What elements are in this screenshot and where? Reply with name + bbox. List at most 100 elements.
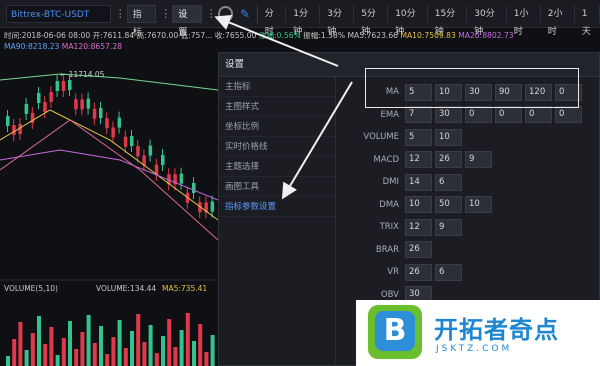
param-input[interactable]: 9 xyxy=(465,151,492,168)
volume-bar xyxy=(198,324,203,366)
volume-ma5: MA5:735.41 xyxy=(162,284,207,293)
candle-body xyxy=(136,146,140,157)
ohlc-info-line: 时间:2018-06-06 08:00 开:7611.84 高:7670.00 … xyxy=(4,30,600,41)
param-label: OBV xyxy=(380,289,399,300)
param-input[interactable]: 30 xyxy=(435,106,462,123)
indicator-more-icon[interactable]: ⋮ xyxy=(160,7,171,20)
info-open: 开:7611.84 xyxy=(92,31,135,40)
volume-bar xyxy=(167,319,172,366)
candle-body xyxy=(210,201,215,212)
volume-bar xyxy=(204,352,209,366)
param-row-brar: BRAR 26 xyxy=(345,241,435,259)
period-tab[interactable]: 30分钟 xyxy=(471,4,507,37)
param-input[interactable]: 10 xyxy=(465,196,492,213)
param-input[interactable]: 6 xyxy=(435,173,462,191)
param-input[interactable]: 10 xyxy=(435,128,462,146)
watermark-logo: B xyxy=(368,305,422,359)
menu-item-price-line[interactable]: 实时价格线 xyxy=(219,137,335,157)
volume-bar xyxy=(161,336,165,366)
watermark-logo-letter: B xyxy=(375,311,415,351)
param-input[interactable]: 10 xyxy=(405,196,432,213)
ma-line xyxy=(0,149,218,201)
candle-body xyxy=(55,81,60,91)
period-tab[interactable]: 分时 xyxy=(262,4,287,37)
param-label: VR xyxy=(387,267,399,277)
candle-body xyxy=(49,92,53,102)
candle-body xyxy=(43,102,47,112)
volume-bar xyxy=(18,322,23,366)
candle-body xyxy=(74,99,78,110)
volume-bar xyxy=(148,325,153,366)
candle-body xyxy=(99,108,103,118)
candlestick-chart[interactable]: ← 11714.05 VOLUME(5,10) VOLUME:134.44 MA… xyxy=(0,50,218,366)
gear-icon[interactable] xyxy=(217,5,234,22)
candle-body xyxy=(130,136,134,146)
param-input[interactable]: 5 xyxy=(405,128,432,146)
menu-item-chart-style[interactable]: 主图样式 xyxy=(219,97,335,117)
info-amplitude: 振幅:1.38% xyxy=(303,31,346,40)
volume-bar xyxy=(179,330,184,366)
volume-label: VOLUME(5,10) xyxy=(4,284,58,293)
ma-line xyxy=(0,73,218,91)
param-row-volume: VOLUME 5 10 xyxy=(345,128,465,146)
param-input[interactable]: 12 xyxy=(405,151,432,168)
menu-divider xyxy=(335,77,336,366)
period-tab[interactable]: 2小时 xyxy=(545,4,575,37)
menu-item-theme[interactable]: 主题选择 xyxy=(219,157,335,177)
period-tab[interactable]: 1天 xyxy=(579,4,600,37)
param-input[interactable]: 0 xyxy=(465,106,492,123)
menu-item-axis-scale[interactable]: 坐标比例 xyxy=(219,117,335,137)
settings-menu: 主指标 主图样式 坐标比例 实时价格线 主题选择 画图工具 指标参数设置 xyxy=(219,77,335,217)
candle-body xyxy=(80,99,84,110)
symbol-more-icon[interactable]: ⋮ xyxy=(115,7,126,20)
info-high: 高:7670.00 xyxy=(136,31,179,40)
period-tab[interactable]: 1小时 xyxy=(511,4,541,37)
menu-item-indicator-params[interactable]: 指标参数设置 xyxy=(219,197,335,217)
param-input[interactable]: 26 xyxy=(405,241,432,258)
param-input[interactable]: 12 xyxy=(405,218,432,236)
ma-line xyxy=(0,119,218,241)
param-input[interactable]: 9 xyxy=(435,218,462,236)
period-tab[interactable]: 1分钟 xyxy=(290,4,321,37)
menu-item-main-indicator[interactable]: 主指标 xyxy=(219,77,335,97)
volume-bar xyxy=(185,313,190,366)
menu-item-drawing-tools[interactable]: 画图工具 xyxy=(219,177,335,197)
volume-bar xyxy=(80,332,85,366)
symbol-selector[interactable]: Bittrex-BTC-USDT xyxy=(6,4,111,23)
param-input[interactable]: 7 xyxy=(405,106,432,123)
candle-body xyxy=(86,98,91,109)
volume-bar xyxy=(49,327,54,366)
period-tab[interactable]: 5分钟 xyxy=(358,4,389,37)
volume-bar xyxy=(74,349,79,366)
volume-bar xyxy=(24,350,29,366)
volume-bar xyxy=(117,320,122,366)
param-input[interactable]: 26 xyxy=(405,263,432,281)
indicator-button[interactable]: 指标 xyxy=(126,4,157,38)
info-ma10: MA10:7509.83 xyxy=(400,31,456,40)
watermark: B 开拓者奇点 JSKTZ.COM xyxy=(356,300,600,366)
settings-button[interactable]: 设置 xyxy=(172,4,202,38)
volume-bar xyxy=(105,354,110,366)
candle-body xyxy=(117,117,122,128)
param-label: VOLUME xyxy=(363,132,399,142)
param-input[interactable]: 0 xyxy=(525,106,552,123)
candle-body xyxy=(105,118,109,129)
period-tab[interactable]: 15分钟 xyxy=(432,4,468,37)
pen-icon[interactable]: ✎ xyxy=(237,6,253,22)
period-tab[interactable]: 10分钟 xyxy=(392,4,428,37)
info-low: 低:757... xyxy=(180,31,213,40)
period-tab[interactable]: 3分钟 xyxy=(324,4,355,37)
param-input[interactable]: 0 xyxy=(555,106,582,123)
param-label: MACD xyxy=(373,154,399,165)
volume-bar xyxy=(154,353,159,366)
settings-more-icon[interactable]: ⋮ xyxy=(206,7,217,20)
param-input[interactable]: 50 xyxy=(435,196,462,213)
param-input[interactable]: 0 xyxy=(495,106,522,123)
param-input[interactable]: 14 xyxy=(405,173,432,191)
volume-bar xyxy=(12,339,17,366)
param-input[interactable]: 26 xyxy=(435,151,462,168)
param-input[interactable]: 6 xyxy=(435,263,462,281)
volume-bar xyxy=(192,341,196,366)
candle-body xyxy=(192,183,196,193)
volume-bar xyxy=(123,348,128,366)
